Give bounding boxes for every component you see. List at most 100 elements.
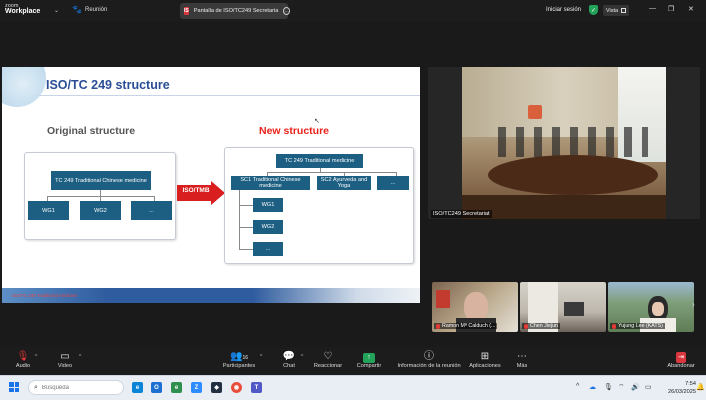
apps-icon: ⊞ (480, 351, 490, 362)
org-box-more: ... (131, 201, 172, 220)
taskbar-clock[interactable]: 7:54 26/03/2025 (668, 380, 696, 396)
share-badge-icon: IS (184, 7, 189, 15)
new-box-tc249: TC 249 Traditional medicine (276, 154, 363, 168)
slide-footer-text: ISO/TC 249 Traditional medicine (12, 293, 78, 298)
wall-logo (528, 105, 542, 119)
mic-muted-icon (436, 323, 440, 329)
close-icon[interactable]: ✕ (688, 5, 694, 13)
minimize-icon[interactable]: — (649, 5, 656, 12)
slide-footer-band: ISO/TC 249 Traditional medicine (2, 288, 420, 303)
org-box-wg1: WG1 (28, 201, 69, 220)
windows-taskbar: ⌕ e O e Z ◆ ◉ T ^ ☁ 🎙 ⌔ 🔊 ▭ 7:54 26/03/2… (0, 375, 706, 400)
screen-share-indicator[interactable]: IS Pantalla de ISO/TC249 Secretaria … (180, 3, 291, 19)
participant-name-1: Ramon Mª Calduch (... (434, 323, 498, 329)
video-button[interactable]: ▭ Video (54, 351, 76, 369)
audio-button[interactable]: 🎙 Audio (12, 351, 34, 369)
new-box-wg1: WG1 (253, 198, 283, 212)
mic-muted-icon (612, 323, 616, 329)
meeting-attendees (498, 127, 648, 157)
audio-caret-icon[interactable]: ^ (35, 354, 37, 360)
people-icon: 👥 (229, 351, 243, 362)
camera-icon: ▭ (60, 351, 70, 362)
shared-screen[interactable]: ISO/TC 249 structure ↖ Original structur… (2, 67, 420, 303)
org-box-wg2: WG2 (80, 201, 121, 220)
connector (267, 172, 397, 173)
title-divider (38, 95, 420, 96)
edge-dev-icon[interactable]: e (171, 382, 182, 393)
slide-title: ISO/TC 249 structure (46, 78, 170, 92)
new-structure-panel: TC 249 Traditional medicine SC1 Traditio… (224, 147, 414, 264)
new-structure-title: New structure (259, 125, 330, 137)
meeting-toolbar: 🎙 Audio ^ ▭ Video ^ 👥16 Participantes ^ … (0, 347, 706, 375)
outlook-icon[interactable]: O (151, 382, 162, 393)
connector (239, 190, 240, 249)
mouse-cursor-icon: ↖ (314, 118, 320, 125)
conference-table (488, 155, 658, 195)
volume-icon[interactable]: 🔊 (631, 383, 640, 391)
wifi-icon[interactable]: ⌔ (618, 383, 625, 392)
taskbar-search[interactable]: ⌕ (28, 380, 124, 395)
notification-icon[interactable]: 🔔 (696, 383, 705, 391)
zoom-app-icon[interactable]: Z (191, 382, 202, 393)
connector (239, 205, 253, 206)
new-box-sc1: SC1 Traditional Chinese medicine (231, 176, 310, 190)
sign-in-link[interactable]: Iniciar sesión (546, 7, 581, 13)
title-bar: zoom Workplace ⌄ 🐾 Reunión IS Pantalla d… (0, 0, 706, 22)
info-icon: ⓘ (424, 351, 434, 362)
video-caret-icon[interactable]: ^ (79, 354, 81, 360)
windows-start-icon[interactable] (9, 382, 19, 392)
share-screen-icon: ↑ (363, 353, 375, 363)
meeting-info-button[interactable]: ⓘ Información de la reunión (394, 351, 464, 369)
chat-button[interactable]: 💬 Chat (280, 351, 298, 369)
chevron-down-icon[interactable]: ⌄ (54, 7, 59, 14)
edge-icon[interactable]: e (132, 382, 143, 393)
mic-muted-icon (524, 323, 528, 329)
view-button[interactable]: Vista (603, 5, 629, 16)
teams-icon[interactable]: T (251, 382, 262, 393)
microphone-icon[interactable]: 🎙 (604, 383, 613, 391)
mic-off-icon: 🎙 (16, 351, 30, 362)
apps-button[interactable]: ⊞ Aplicaciones (467, 351, 503, 369)
onedrive-icon[interactable]: ☁ (589, 383, 596, 391)
original-structure-title: Original structure (47, 125, 136, 137)
iso-tmb-label: ISO/TMB (182, 187, 210, 194)
connector (47, 196, 155, 197)
chrome-icon[interactable]: ◉ (231, 382, 242, 393)
tray-chevron-up-icon[interactable]: ^ (576, 383, 579, 390)
grid-icon (621, 8, 627, 13)
meeting-label: Reunión (85, 7, 108, 13)
chat-icon: 💬 (282, 351, 296, 362)
participant-name-3: Yujung Lee (KATS) (610, 323, 665, 329)
heart-icon: ♡ (323, 351, 333, 362)
battery-icon[interactable]: ▭ (645, 383, 652, 391)
participant-name-2: Chen Jiejun (522, 323, 560, 329)
paw-icon: 🐾 (72, 5, 82, 14)
more-icon[interactable]: … (283, 7, 291, 15)
connector (239, 227, 253, 228)
new-box-wg-more: ... (253, 242, 283, 256)
share-button[interactable]: ↑ Compartir (354, 351, 384, 369)
original-structure-panel: TC 249 Traditional Chinese medicine WG1 … (24, 152, 176, 240)
search-icon: ⌕ (34, 383, 38, 391)
new-box-more: ... (377, 176, 409, 190)
chevron-right-icon[interactable]: › (692, 300, 695, 309)
main-video-tile[interactable] (428, 67, 700, 219)
more-button[interactable]: ⋯ Más (512, 351, 532, 369)
chat-caret-icon[interactable]: ^ (301, 354, 303, 360)
zoom-logo: zoom Workplace (5, 3, 41, 15)
search-input[interactable] (41, 384, 112, 391)
main-video-name: ISO/TC249 Secretariat (431, 210, 492, 218)
org-box-tc249: TC 249 Traditional Chinese medicine (51, 171, 151, 190)
participants-button[interactable]: 👥16 Participantes (219, 351, 259, 369)
share-title: Pantalla de ISO/TC249 Secretaria (193, 8, 279, 14)
more-dots-icon: ⋯ (517, 351, 527, 362)
security-app-icon[interactable]: ◆ (211, 382, 222, 393)
participants-caret-icon[interactable]: ^ (260, 354, 262, 360)
new-box-sc2: SC2 Ayurveda and Yoga (317, 176, 371, 190)
connector (239, 249, 253, 250)
reactions-button[interactable]: ♡ Reaccionar (312, 351, 344, 369)
security-shield-icon[interactable]: ✓ (589, 5, 598, 15)
leave-button[interactable]: ⇥ Abandonar (664, 351, 698, 369)
restore-icon[interactable]: ❐ (668, 5, 674, 13)
leave-icon: ⇥ (676, 352, 686, 363)
